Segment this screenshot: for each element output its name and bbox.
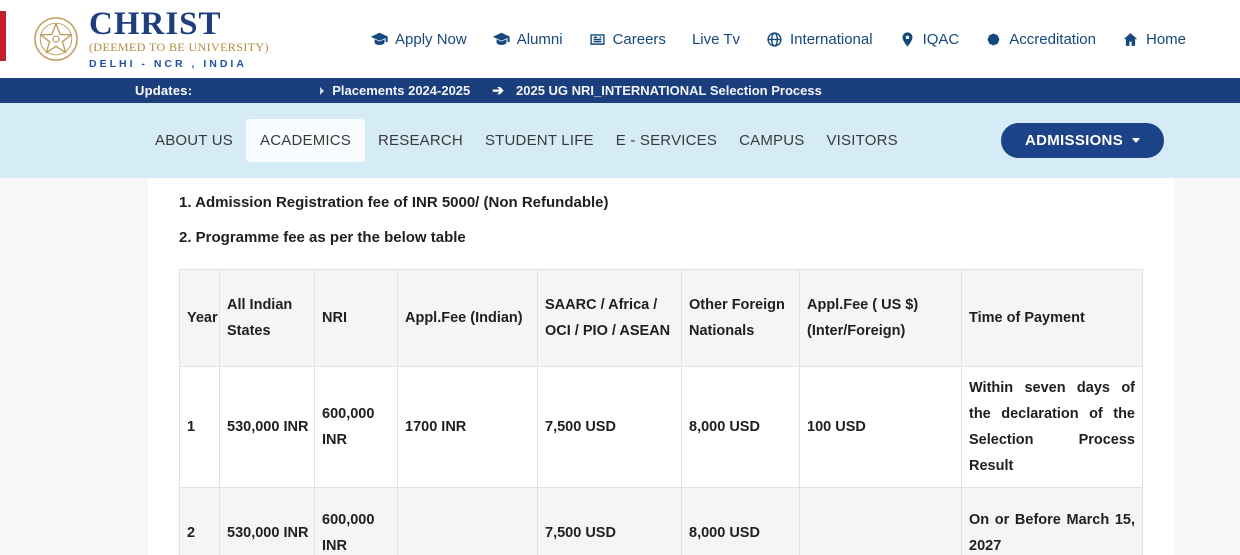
- top-nav-careers[interactable]: Careers: [589, 31, 666, 48]
- newspaper-icon: [589, 31, 606, 48]
- brand-logo[interactable]: CHRIST (DEEMED TO BE UNIVERSITY) DELHI -…: [33, 5, 269, 70]
- nav-item-visitors[interactable]: VISITORS: [817, 120, 906, 161]
- cell-all-indian: 530,000 INR: [219, 366, 315, 488]
- main-nav-items: ABOUT US ACADEMICS RESEARCH STUDENT LIFE…: [146, 119, 907, 162]
- nav-item-student-life[interactable]: STUDENT LIFE: [476, 120, 603, 161]
- university-seal-icon: [33, 16, 79, 62]
- top-nav-home[interactable]: Home: [1122, 31, 1186, 48]
- col-header-nri: NRI: [314, 269, 398, 367]
- cell-other-foreign: 8,000 USD: [681, 366, 800, 488]
- map-pin-icon: [899, 31, 916, 48]
- top-nav-label: Apply Now: [395, 30, 467, 48]
- top-nav-label: IQAC: [922, 30, 960, 48]
- top-nav-label: Home: [1145, 30, 1186, 48]
- registration-fee-line: 1. Admission Registration fee of INR 500…: [179, 194, 609, 211]
- top-nav-label: Accreditation: [1009, 30, 1096, 48]
- content-container: 1. Admission Registration fee of INR 500…: [148, 178, 1174, 555]
- top-nav-label: International: [790, 30, 873, 48]
- col-header-appl-fee-usd: Appl.Fee ( US $) (Inter/Foreign): [799, 269, 962, 367]
- cell-appl-fee-usd: 100 USD: [799, 366, 962, 488]
- cell-year: 2: [179, 487, 220, 555]
- nav-item-campus[interactable]: CAMPUS: [730, 120, 813, 161]
- main-nav: ABOUT US ACADEMICS RESEARCH STUDENT LIFE…: [0, 103, 1240, 178]
- admissions-dropdown-button[interactable]: ADMISSIONS: [1000, 123, 1164, 158]
- brand-name: CHRIST: [89, 5, 222, 42]
- table-row: 1 530,000 INR 600,000 INR 1700 INR 7,500…: [179, 366, 1143, 488]
- cell-time-of-payment: On or Before March 15, 2027: [961, 487, 1143, 555]
- updates-item-text: Placements 2024-2025: [332, 83, 471, 98]
- cell-nri: 600,000 INR: [314, 366, 398, 488]
- table-row: 2 530,000 INR 600,000 INR 7,500 USD 8,00…: [179, 487, 1143, 555]
- arrow-right-icon: ➔: [492, 82, 504, 98]
- caret-down-icon: [1132, 138, 1140, 143]
- col-header-other-foreign: Other Foreign Nationals: [681, 269, 800, 367]
- globe-icon: [766, 31, 783, 48]
- col-header-appl-fee-indian: Appl.Fee (Indian): [397, 269, 538, 367]
- cell-nri: 600,000 INR: [314, 487, 398, 555]
- graduation-cap-icon: [492, 31, 510, 48]
- updates-label: Updates:: [135, 83, 193, 98]
- utility-nav: Apply Now Alumni Careers Live Tv Interna…: [371, 31, 1186, 48]
- col-header-year: Year: [179, 269, 220, 367]
- nav-item-research[interactable]: RESEARCH: [369, 120, 472, 161]
- cell-time-of-payment: Within seven days of the declaration of …: [961, 366, 1143, 488]
- brand-subtitle: (DEEMED TO BE UNIVERSITY): [89, 39, 269, 54]
- home-icon: [1122, 31, 1139, 48]
- nav-item-e-services[interactable]: E - SERVICES: [607, 120, 726, 161]
- updates-link-placements[interactable]: Placements 2024-2025: [320, 83, 470, 98]
- top-nav-international[interactable]: International: [766, 31, 873, 48]
- top-nav-label: Careers: [612, 30, 666, 48]
- col-header-saarc: SAARC / Africa / OCI / PIO / ASEAN: [537, 269, 682, 367]
- top-nav-apply-now[interactable]: Apply Now: [371, 31, 467, 48]
- programme-fee-table: Year All Indian States NRI Appl.Fee (Ind…: [179, 269, 1143, 555]
- cell-all-indian: 530,000 INR: [219, 487, 315, 555]
- top-nav-label: Live Tv: [691, 30, 741, 48]
- nav-item-about-us[interactable]: ABOUT US: [146, 120, 242, 161]
- updates-bar: Updates: Placements 2024-2025 ➔ 2025 UG …: [0, 78, 1240, 103]
- nav-item-academics[interactable]: ACADEMICS: [246, 119, 365, 162]
- cell-saarc: 7,500 USD: [537, 487, 682, 555]
- updates-item-text: 2025 UG NRI_INTERNATIONAL Selection Proc…: [516, 83, 822, 98]
- cell-appl-fee-usd: [799, 487, 962, 555]
- col-header-all-indian-states: All Indian States: [219, 269, 315, 367]
- site-header: CHRIST (DEEMED TO BE UNIVERSITY) DELHI -…: [0, 0, 1240, 78]
- top-nav-accreditation[interactable]: Accreditation: [985, 31, 1096, 48]
- col-header-time-of-payment: Time of Payment: [961, 269, 1143, 367]
- left-edge-red-bar: [0, 11, 6, 61]
- top-nav-alumni[interactable]: Alumni: [492, 30, 563, 48]
- triangle-bullet-icon: [320, 86, 325, 95]
- cell-saarc: 7,500 USD: [537, 366, 682, 488]
- badge-icon: [985, 31, 1002, 48]
- cell-other-foreign: 8,000 USD: [681, 487, 800, 555]
- top-nav-iqac[interactable]: IQAC: [899, 30, 960, 48]
- table-header-row: Year All Indian States NRI Appl.Fee (Ind…: [179, 269, 1143, 367]
- admissions-label: ADMISSIONS: [1024, 132, 1123, 149]
- page-content: 1. Admission Registration fee of INR 500…: [0, 178, 1240, 555]
- cell-year: 1: [179, 366, 220, 488]
- cell-appl-fee-indian: 1700 INR: [397, 366, 538, 488]
- graduation-cap-icon: [371, 31, 388, 48]
- cell-appl-fee-indian: [397, 487, 538, 555]
- programme-fee-line: 2. Programme fee as per the below table: [179, 229, 466, 246]
- brand-location: DELHI - NCR , INDIA: [89, 57, 247, 70]
- top-nav-label: Alumni: [516, 30, 563, 48]
- top-nav-live-tv[interactable]: Live Tv: [692, 31, 740, 48]
- updates-link-selection-process[interactable]: 2025 UG NRI_INTERNATIONAL Selection Proc…: [516, 83, 822, 98]
